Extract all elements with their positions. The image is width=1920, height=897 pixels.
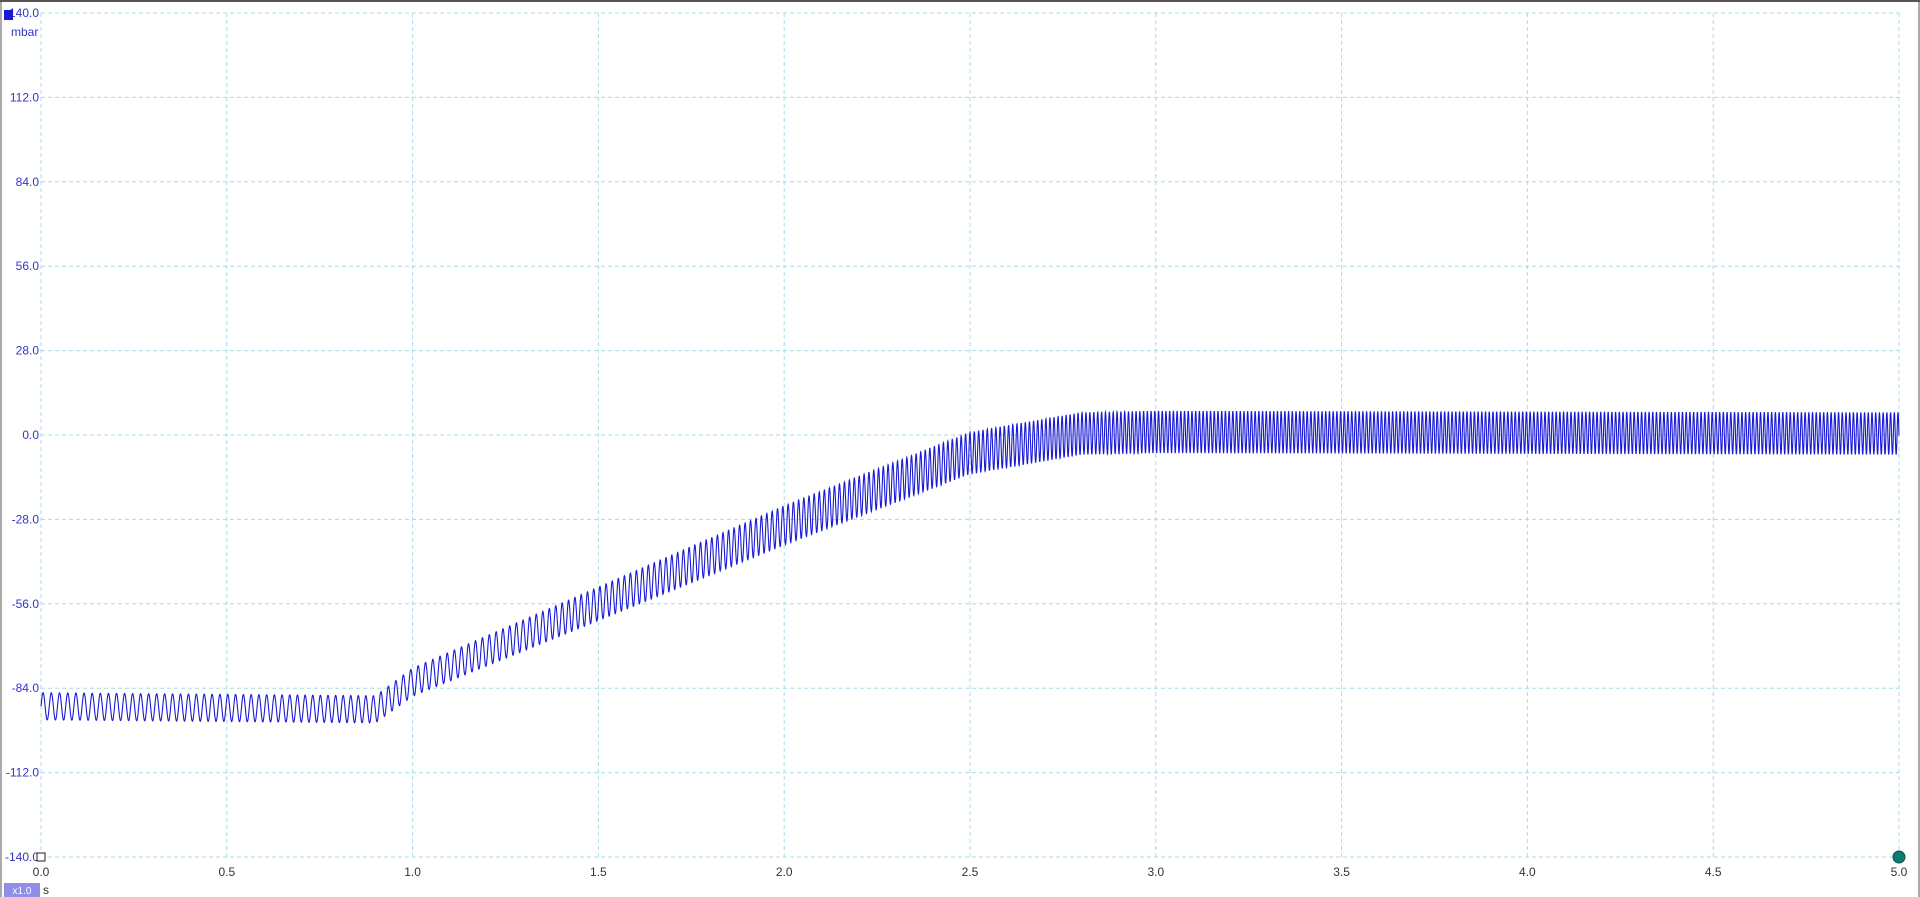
x-tick-label: 2.5: [962, 865, 979, 879]
zoom-badge-label: x1.0: [13, 886, 32, 897]
y-tick-label: 28.0: [16, 344, 40, 358]
x-tick-label: 5.0: [1891, 865, 1908, 879]
y-axis-ticks: 140.0 112.0 84.0 56.0 28.0 0.0 -28.0 -56.0 -84.0…: [5, 6, 39, 864]
y-tick-label: 0.0: [22, 428, 39, 442]
x-tick-label: 3.0: [1147, 865, 1164, 879]
zero-reference-icon[interactable]: [36, 852, 46, 862]
trigger-marker-icon[interactable]: [1892, 850, 1906, 864]
x-unit-label: s: [43, 883, 49, 897]
y-tick-label: 112.0: [10, 90, 39, 104]
x-tick-label: 4.0: [1519, 865, 1536, 879]
x-tick-label: 0.5: [218, 865, 235, 879]
x-axis-ticks: 0.0 0.5 1.0 1.5 2.0 2.5 3.0 3.5 4.0 4.5 5.0: [33, 865, 1908, 879]
y-tick-label: -84.0: [12, 681, 40, 695]
y-tick-label: 140.0: [9, 6, 39, 20]
channel-a-marker-icon[interactable]: [4, 10, 13, 20]
scope-chart: 140.0 112.0 84.0 56.0 28.0 0.0 -28.0 -56.0 -84.0…: [0, 0, 1920, 897]
y-tick-label: -112.0: [6, 766, 39, 780]
y-tick-label: -56.0: [12, 597, 40, 611]
x-tick-label: 4.5: [1705, 865, 1722, 879]
x-tick-label: 0.0: [33, 865, 50, 879]
y-tick-label: -28.0: [12, 512, 40, 526]
x-tick-label: 1.5: [590, 865, 607, 879]
x-tick-label: 1.0: [404, 865, 421, 879]
x-tick-label: 3.5: [1333, 865, 1350, 879]
scope-window: 140.0 112.0 84.0 56.0 28.0 0.0 -28.0 -56.0 -84.0…: [0, 0, 1920, 897]
y-tick-label: 84.0: [16, 175, 40, 189]
y-tick-label: -140.0: [5, 850, 39, 864]
y-unit-label: mbar: [11, 25, 38, 39]
y-tick-label: 56.0: [16, 259, 40, 273]
x-tick-label: 2.0: [776, 865, 793, 879]
